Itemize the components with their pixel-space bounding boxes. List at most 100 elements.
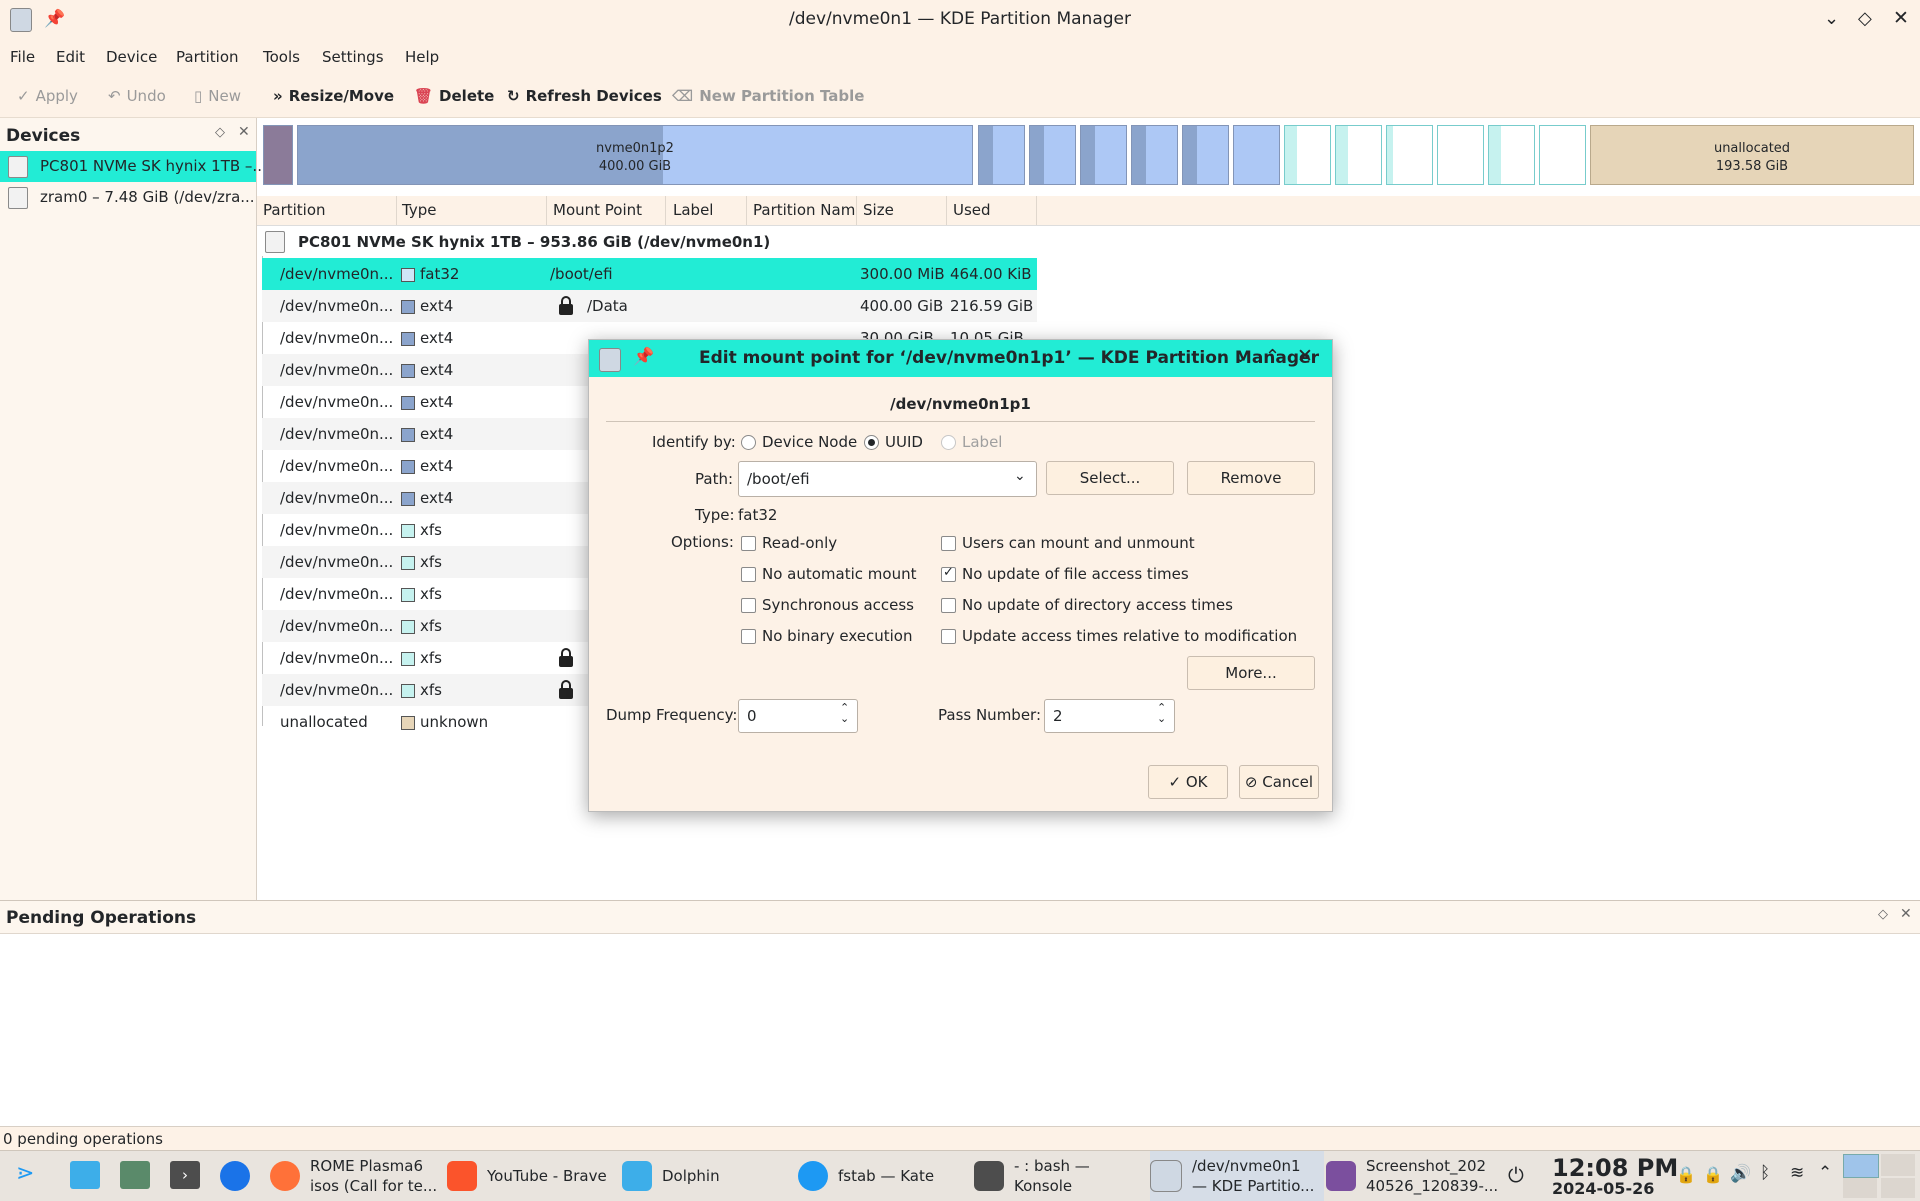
remove-button[interactable]: Remove: [1187, 461, 1315, 495]
apply-button[interactable]: ✓ Apply: [17, 87, 78, 105]
task-rome[interactable]: ROME Plasma6 isos (Call for te...: [270, 1151, 437, 1201]
system-monitor-icon[interactable]: [120, 1161, 150, 1189]
path-combobox[interactable]: /boot/efi ⌄: [738, 461, 1037, 497]
table-row[interactable]: /dev/nvme0n... ext4/Data 400.00 GiB 216.59 …: [262, 290, 1037, 322]
task-youtube[interactable]: YouTube - Brave: [447, 1151, 607, 1201]
device-item-zram[interactable]: zram0 – 7.48 GiB (/dev/zra...: [0, 182, 256, 213]
pmap-p7[interactable]: [1182, 125, 1229, 185]
bluetooth-icon[interactable]: ᛒ: [1760, 1163, 1770, 1183]
pass-spinbox[interactable]: 2 ⌃ ⌄: [1044, 699, 1175, 733]
identify-label: Identify by:: [652, 433, 736, 451]
menu-file[interactable]: File: [10, 48, 35, 66]
menu-help[interactable]: Help: [405, 48, 439, 66]
pmap-p4[interactable]: [1029, 125, 1076, 185]
new-button[interactable]: ▯ New: [194, 87, 241, 105]
pmap-p2[interactable]: nvme0n1p2 400.00 GiB: [297, 125, 973, 185]
lock-tray-icon-2[interactable]: 🔒: [1703, 1165, 1723, 1184]
device-item-nvme[interactable]: PC801 NVMe SK hynix 1TB –...: [0, 151, 267, 182]
menu-settings[interactable]: Settings: [322, 48, 384, 66]
dump-spinbox[interactable]: 0 ⌃ ⌄: [738, 699, 858, 733]
files-icon[interactable]: [70, 1161, 100, 1189]
pmap-p6[interactable]: [1131, 125, 1178, 185]
close-panel-icon[interactable]: ✕: [1900, 906, 1912, 922]
radio-uuid[interactable]: [864, 435, 879, 450]
col-size[interactable]: Size: [863, 201, 894, 219]
pmap-p3[interactable]: [978, 125, 1025, 185]
pmap-p11[interactable]: [1386, 125, 1433, 185]
cancel-button[interactable]: ⊘ Cancel: [1239, 765, 1319, 799]
col-label[interactable]: Label: [673, 201, 713, 219]
pager-desktop-3[interactable]: [1843, 1178, 1877, 1198]
undo-button[interactable]: ↶ Undo: [108, 87, 166, 105]
refresh-devices-button[interactable]: ↻ Refresh Devices: [507, 87, 662, 105]
checkbox-noexec[interactable]: [741, 629, 756, 644]
pmap-p1[interactable]: [263, 125, 293, 185]
menu-device[interactable]: Device: [106, 48, 157, 66]
pin-icon[interactable]: 📌: [633, 347, 654, 367]
wifi-icon[interactable]: ≋: [1790, 1163, 1804, 1183]
close-panel-icon[interactable]: ✕: [238, 124, 250, 140]
clock-time[interactable]: 12:08 PM: [1552, 1154, 1678, 1182]
radio-device-node[interactable]: [741, 435, 756, 450]
resize-move-button[interactable]: » Resize/Move: [273, 87, 394, 105]
select-button[interactable]: Select...: [1046, 461, 1174, 495]
checkbox-noauto[interactable]: [741, 567, 756, 582]
pager-desktop-4[interactable]: [1881, 1178, 1915, 1198]
spectacle-icon: [1326, 1161, 1356, 1191]
checkbox-noatime[interactable]: ✓: [941, 565, 956, 582]
pmap-p8[interactable]: [1233, 125, 1280, 185]
table-row[interactable]: /dev/nvme0n... fat32/boot/efi 300.00 MiB 46…: [262, 258, 1037, 290]
chrome-icon[interactable]: [220, 1161, 250, 1191]
col-used[interactable]: Used: [953, 201, 991, 219]
fs-color-swatch: [401, 652, 415, 666]
pmap-p13[interactable]: [1488, 125, 1535, 185]
new-partition-table-button[interactable]: ⌫ New Partition Table: [672, 87, 864, 105]
partition-cell: /dev/nvme0n...: [280, 361, 394, 379]
menu-partition[interactable]: Partition: [176, 48, 239, 66]
pmap-p10[interactable]: [1335, 125, 1382, 185]
lock-tray-icon[interactable]: 🔒: [1676, 1165, 1696, 1184]
menu-edit[interactable]: Edit: [56, 48, 85, 66]
checkbox-nodiratime[interactable]: [941, 598, 956, 613]
col-type[interactable]: Type: [402, 201, 436, 219]
pmap-p12[interactable]: [1437, 125, 1484, 185]
minimize-icon[interactable]: ⌄: [1233, 346, 1248, 367]
menu-tools[interactable]: Tools: [263, 48, 300, 66]
task-kate[interactable]: fstab — Kate: [798, 1151, 934, 1201]
checkbox-sync[interactable]: [741, 598, 756, 613]
ok-button[interactable]: ✓ OK: [1148, 765, 1228, 799]
launcher-icon[interactable]: ⋗: [16, 1161, 34, 1186]
radio-label[interactable]: [941, 435, 956, 450]
pager-desktop-1[interactable]: [1843, 1154, 1879, 1178]
power-icon[interactable]: ⏻: [1508, 1163, 1524, 1187]
minimize-icon[interactable]: ⌄: [1824, 8, 1839, 29]
spin-down-icon[interactable]: ⌄: [1157, 712, 1166, 725]
task-partition-manager[interactable]: /dev/nvme0n1— KDE Partitio...: [1150, 1151, 1325, 1201]
terminal-icon[interactable]: ›: [170, 1161, 200, 1189]
more-button[interactable]: More...: [1187, 656, 1315, 690]
col-partition[interactable]: Partition: [263, 201, 326, 219]
task-konsole[interactable]: - : bash — Konsole: [974, 1151, 1090, 1201]
pmap-p5[interactable]: [1080, 125, 1127, 185]
delete-button[interactable]: 🗑 Delete: [414, 87, 494, 105]
pmap-p14[interactable]: [1539, 125, 1586, 185]
pmap-p9[interactable]: [1284, 125, 1331, 185]
volume-icon[interactable]: 🔊: [1730, 1164, 1751, 1184]
pmap-unallocated[interactable]: unallocated 193.58 GiB: [1590, 125, 1914, 185]
close-icon[interactable]: ✕: [1893, 7, 1909, 29]
checkbox-readonly[interactable]: [741, 536, 756, 551]
close-icon[interactable]: ✕: [1297, 345, 1313, 367]
pager-desktop-2[interactable]: [1881, 1154, 1915, 1176]
tray-expand-icon[interactable]: ⌃: [1818, 1163, 1832, 1183]
float-icon[interactable]: ◇: [215, 125, 225, 140]
spin-down-icon[interactable]: ⌄: [840, 712, 849, 725]
task-dolphin[interactable]: Dolphin: [622, 1151, 720, 1201]
checkbox-users[interactable]: [941, 536, 956, 551]
col-partition-name[interactable]: Partition Nam: [753, 201, 863, 219]
col-mount-point[interactable]: Mount Point: [553, 201, 642, 219]
maximize-icon[interactable]: ◇: [1858, 8, 1872, 29]
maximize-icon[interactable]: ⌃: [1265, 346, 1280, 367]
float-icon[interactable]: ◇: [1878, 907, 1888, 922]
checkbox-relatime[interactable]: [941, 629, 956, 644]
task-screenshot[interactable]: Screenshot_202 40526_120839-...: [1326, 1151, 1498, 1201]
